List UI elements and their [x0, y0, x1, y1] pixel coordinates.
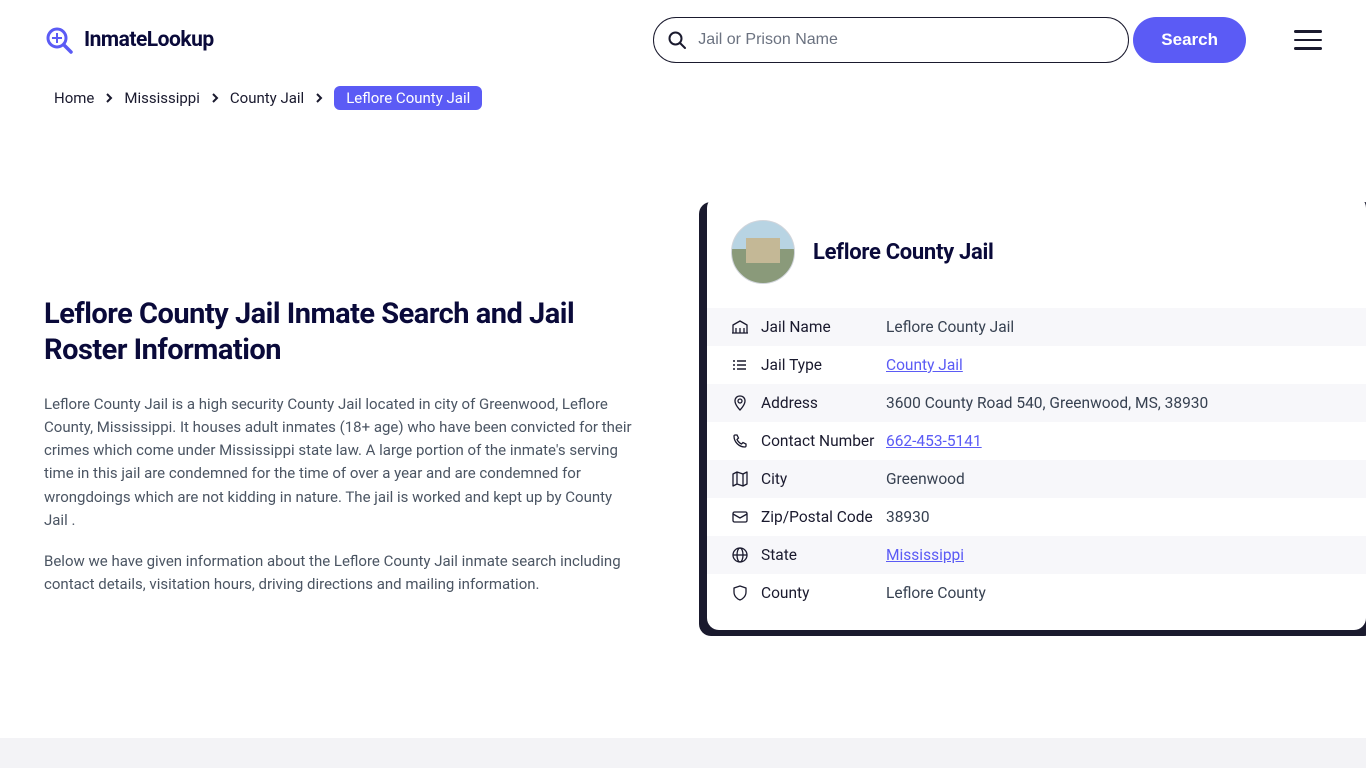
info-row: Jail TypeCounty Jail [707, 346, 1366, 384]
info-label: Jail Type [761, 356, 886, 374]
info-value-link[interactable]: Mississippi [886, 546, 964, 564]
info-value: 3600 County Road 540, Greenwood, MS, 389… [886, 394, 1208, 412]
jail-avatar [731, 220, 795, 284]
chevron-right-icon [314, 93, 324, 103]
footer-bar [0, 738, 1366, 768]
logo[interactable]: InmateLookup [44, 25, 214, 55]
info-label: Zip/Postal Code [761, 508, 886, 526]
list-icon [731, 356, 761, 374]
breadcrumb: Home Mississippi County Jail Leflore Cou… [0, 80, 1366, 116]
search-input[interactable] [653, 17, 1129, 63]
globe-icon [731, 546, 761, 564]
building-icon [731, 318, 761, 336]
map-icon [731, 470, 761, 488]
card-rows: Jail NameLeflore County JailJail TypeCou… [707, 308, 1366, 612]
info-label: Address [761, 394, 886, 412]
chevron-right-icon [104, 93, 114, 103]
search-button[interactable]: Search [1133, 17, 1246, 63]
info-row: Contact Number662-453-5141 [707, 422, 1366, 460]
card-header: Leflore County Jail [707, 220, 1366, 308]
info-label: City [761, 470, 886, 488]
info-label: Jail Name [761, 318, 886, 336]
info-card-column: Leflore County Jail Jail NameLeflore Cou… [699, 196, 1366, 630]
card-title: Leflore County Jail [813, 240, 994, 265]
search-area: Search [653, 17, 1322, 63]
chevron-right-icon [210, 93, 220, 103]
info-value-link[interactable]: 662-453-5141 [886, 432, 982, 450]
search-icon [667, 30, 687, 50]
pin-icon [731, 394, 761, 412]
phone-icon [731, 432, 761, 450]
logo-text: InmateLookup [84, 28, 214, 52]
page-title: Leflore County Jail Inmate Search and Ja… [44, 296, 639, 369]
info-value: Leflore County Jail [886, 318, 1014, 336]
breadcrumb-home[interactable]: Home [54, 89, 94, 107]
breadcrumb-current: Leflore County Jail [334, 86, 482, 110]
header: InmateLookup Search [0, 0, 1366, 80]
hamburger-icon [1294, 30, 1322, 33]
info-value: 38930 [886, 508, 930, 526]
info-value: Leflore County [886, 584, 986, 602]
article-column: Leflore County Jail Inmate Search and Ja… [44, 196, 639, 630]
info-row: Zip/Postal Code38930 [707, 498, 1366, 536]
info-value-link[interactable]: County Jail [886, 356, 963, 374]
shield-icon [731, 584, 761, 602]
info-label: Contact Number [761, 432, 886, 450]
breadcrumb-state[interactable]: Mississippi [124, 89, 200, 107]
paragraph-1: Leflore County Jail is a high security C… [44, 393, 639, 533]
info-value: Greenwood [886, 470, 965, 488]
info-row: Address3600 County Road 540, Greenwood, … [707, 384, 1366, 422]
info-row: CityGreenwood [707, 460, 1366, 498]
info-label: County [761, 584, 886, 602]
menu-button[interactable] [1294, 30, 1322, 50]
info-row: Jail NameLeflore County Jail [707, 308, 1366, 346]
info-label: State [761, 546, 886, 564]
envelope-icon [731, 508, 761, 526]
main-content: Leflore County Jail Inmate Search and Ja… [0, 196, 1366, 630]
breadcrumb-type[interactable]: County Jail [230, 89, 304, 107]
logo-icon [44, 25, 74, 55]
paragraph-2: Below we have given information about th… [44, 550, 639, 597]
info-card: Leflore County Jail Jail NameLeflore Cou… [707, 196, 1366, 630]
search-box [653, 17, 1129, 63]
info-row: StateMississippi [707, 536, 1366, 574]
info-row: CountyLeflore County [707, 574, 1366, 612]
